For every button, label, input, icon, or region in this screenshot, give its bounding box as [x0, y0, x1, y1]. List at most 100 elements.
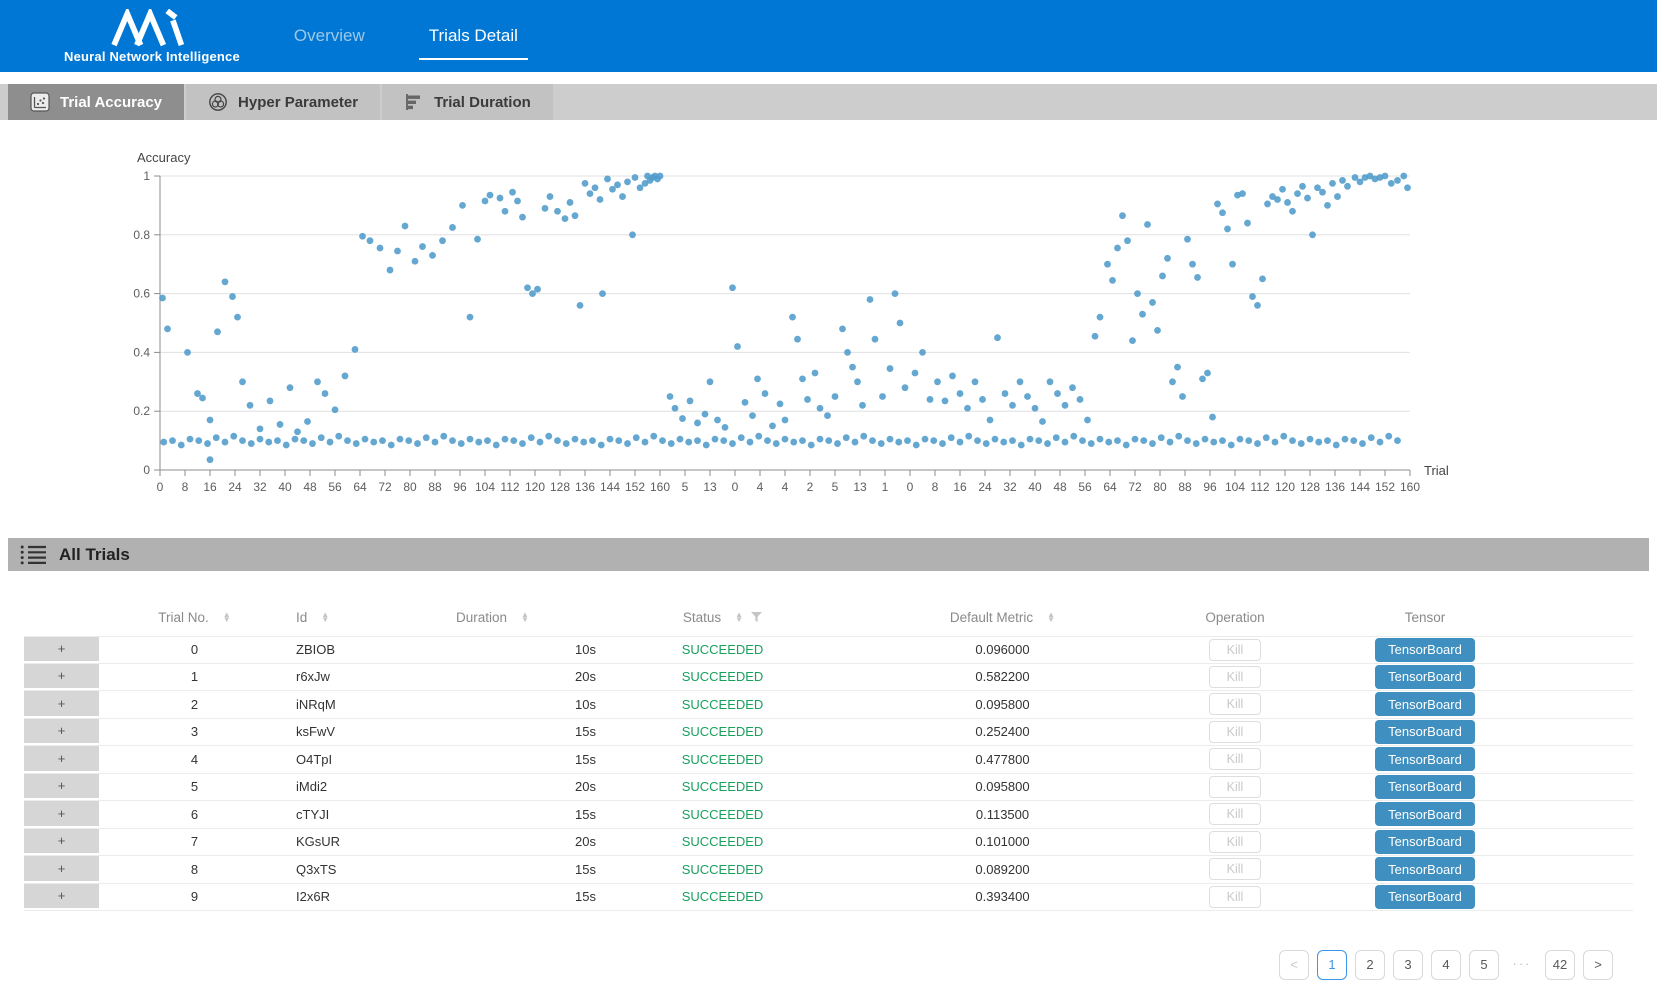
kill-button[interactable]: Kill [1209, 886, 1262, 908]
kill-button[interactable]: Kill [1209, 776, 1262, 798]
expand-row-button[interactable]: + [24, 801, 99, 828]
sort-icon[interactable]: ▲▼ [521, 612, 529, 622]
kill-button[interactable]: Kill [1209, 831, 1262, 853]
kill-button[interactable]: Kill [1209, 666, 1262, 688]
scatter-chart-icon [30, 92, 50, 112]
column-label: Duration [456, 610, 507, 625]
svg-text:13: 13 [853, 480, 867, 494]
sort-icon[interactable]: ▲▼ [321, 612, 329, 622]
trial-id-cell: cTYJI [290, 801, 385, 828]
pagination-page-42[interactable]: 42 [1545, 950, 1575, 980]
status-cell: SUCCEEDED [600, 746, 845, 773]
svg-text:5: 5 [832, 480, 839, 494]
tensorboard-button[interactable]: TensorBoard [1375, 857, 1475, 881]
trial-accuracy-chart: Accuracy00.20.40.60.81081624324048566472… [0, 120, 1657, 538]
svg-text:48: 48 [303, 480, 317, 494]
svg-text:32: 32 [1003, 480, 1017, 494]
svg-text:0.2: 0.2 [133, 404, 150, 418]
expand-row-button[interactable]: + [24, 719, 99, 746]
tensorboard-button[interactable]: TensorBoard [1375, 885, 1475, 909]
trial-id-cell: ZBIOB [290, 637, 385, 663]
svg-text:Accuracy: Accuracy [137, 150, 191, 165]
svg-text:4: 4 [757, 480, 764, 494]
tab-trial-accuracy[interactable]: Trial Accuracy [8, 84, 184, 120]
expand-row-button[interactable]: + [24, 884, 99, 911]
nav-tab-trials-detail[interactable]: Trials Detail [427, 20, 520, 52]
expand-row-button[interactable]: + [24, 664, 99, 691]
pagination-page-3[interactable]: 3 [1393, 950, 1423, 980]
trial-id-cell: iNRqM [290, 691, 385, 718]
table-row: + 3 ksFwV 15s SUCCEEDED 0.252400 Kill Te… [24, 719, 1633, 747]
duration-cell: 15s [385, 856, 600, 883]
svg-text:144: 144 [1350, 480, 1370, 494]
expand-row-button[interactable]: + [24, 746, 99, 773]
trial-id-cell: Q3xTS [290, 856, 385, 883]
tensorboard-button[interactable]: TensorBoard [1375, 692, 1475, 716]
tensor-cell: TensorBoard [1310, 719, 1540, 746]
status-cell: SUCCEEDED [600, 637, 845, 663]
duration-cell: 15s [385, 884, 600, 911]
view-tab-strip: Trial Accuracy Hyper Parameter Trial Dur… [0, 84, 1657, 120]
tensorboard-button[interactable]: TensorBoard [1375, 638, 1475, 662]
duration-cell: 20s [385, 774, 600, 801]
svg-text:112: 112 [500, 480, 519, 494]
pagination-next-button[interactable]: > [1583, 950, 1613, 980]
pagination-page-4[interactable]: 4 [1431, 950, 1461, 980]
svg-text:152: 152 [625, 480, 645, 494]
column-header-trial-no-: Trial No.▲▼ [99, 610, 290, 625]
tab-hyper-parameter[interactable]: Hyper Parameter [186, 84, 380, 120]
all-trials-title: All Trials [59, 545, 130, 565]
svg-text:2: 2 [807, 480, 814, 494]
tensorboard-button[interactable]: TensorBoard [1375, 775, 1475, 799]
svg-text:0.4: 0.4 [133, 345, 150, 359]
pagination-page-5[interactable]: 5 [1469, 950, 1499, 980]
kill-button[interactable]: Kill [1209, 748, 1262, 770]
metric-cell: 0.095800 [845, 691, 1160, 718]
tensorboard-button[interactable]: TensorBoard [1375, 802, 1475, 826]
row-filler [1540, 637, 1633, 663]
duration-cell: 15s [385, 719, 600, 746]
svg-text:0: 0 [143, 463, 150, 477]
metric-cell: 0.477800 [845, 746, 1160, 773]
pagination-page-2[interactable]: 2 [1355, 950, 1385, 980]
pagination: <12345···42> [24, 950, 1633, 980]
duration-cell: 15s [385, 801, 600, 828]
svg-text:1: 1 [882, 480, 889, 494]
expand-row-button[interactable]: + [24, 774, 99, 801]
tensorboard-button[interactable]: TensorBoard [1375, 720, 1475, 744]
expand-row-button[interactable]: + [24, 637, 99, 663]
app-header: Neural Network Intelligence Overview Tri… [0, 0, 1657, 72]
filter-icon[interactable] [751, 612, 762, 622]
bar-chart-icon [404, 92, 424, 112]
sort-icon[interactable]: ▲▼ [735, 612, 743, 622]
row-filler [1540, 884, 1633, 911]
tensorboard-button[interactable]: TensorBoard [1375, 830, 1475, 854]
svg-text:64: 64 [353, 480, 367, 494]
tensorboard-button[interactable]: TensorBoard [1375, 747, 1475, 771]
sort-icon[interactable]: ▲▼ [223, 612, 231, 622]
svg-text:5: 5 [682, 480, 689, 494]
kill-button[interactable]: Kill [1209, 858, 1262, 880]
expand-row-button[interactable]: + [24, 829, 99, 856]
kill-button[interactable]: Kill [1209, 803, 1262, 825]
kill-button[interactable]: Kill [1209, 721, 1262, 743]
metric-cell: 0.582200 [845, 664, 1160, 691]
svg-text:112: 112 [1250, 480, 1269, 494]
tab-trial-duration[interactable]: Trial Duration [382, 84, 553, 120]
sort-icon[interactable]: ▲▼ [1047, 612, 1055, 622]
pagination-page-1[interactable]: 1 [1317, 950, 1347, 980]
pagination-prev-button[interactable]: < [1279, 950, 1309, 980]
expand-row-button[interactable]: + [24, 691, 99, 718]
expand-row-button[interactable]: + [24, 856, 99, 883]
nav-tab-overview[interactable]: Overview [292, 20, 367, 52]
svg-text:128: 128 [550, 480, 570, 494]
tensorboard-button[interactable]: TensorBoard [1375, 665, 1475, 689]
kill-button[interactable]: Kill [1209, 693, 1262, 715]
duration-cell: 10s [385, 691, 600, 718]
tab-label: Trial Duration [434, 94, 531, 111]
tab-label: Trial Accuracy [60, 94, 162, 111]
kill-button[interactable]: Kill [1209, 639, 1262, 661]
row-filler [1540, 691, 1633, 718]
list-icon [20, 544, 47, 566]
column-label: Default Metric [950, 610, 1033, 625]
